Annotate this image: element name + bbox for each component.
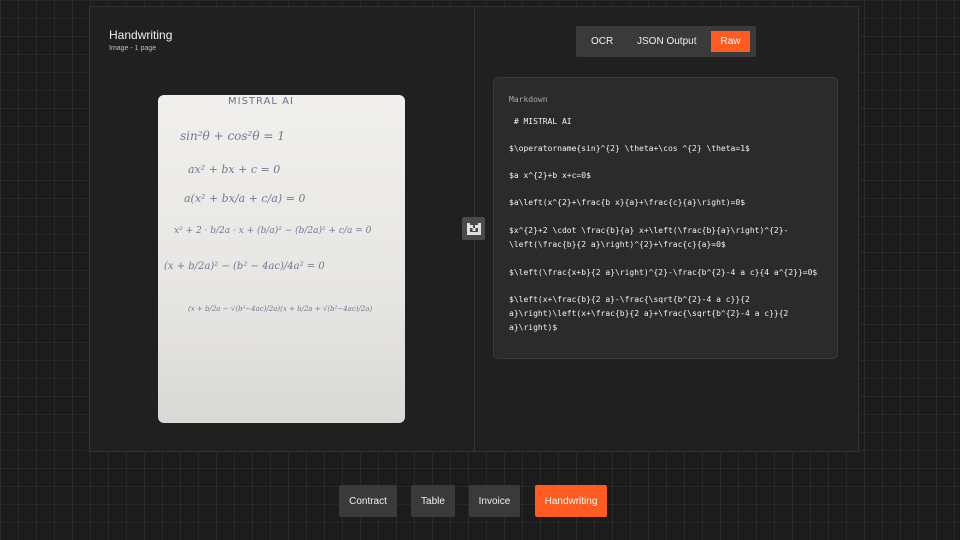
markdown-line: \left(\frac{b}{2 a}\right)^{2}+\frac{c}{…	[509, 240, 726, 249]
markdown-line: $a x^{2}+b x+c=0$	[509, 171, 591, 180]
markdown-label: Markdown	[509, 95, 548, 104]
handwritten-line: sin²θ + cos²θ = 1	[180, 129, 285, 143]
paper-heading: MISTRAL AI	[228, 96, 294, 107]
markdown-line: $\operatorname{sin}^{2} \theta+\cos ^{2}…	[509, 144, 750, 153]
markdown-line: $a\left(x^{2}+\frac{b x}{a}+\frac{c}{a}\…	[509, 198, 746, 207]
handwriting-image: MISTRAL AI sin²θ + cos²θ = 1 ax² + bx + …	[158, 95, 405, 423]
handwritten-line: ax² + bx + c = 0	[188, 163, 281, 176]
markdown-line: $\left(\frac{x+b}{2 a}\right)^{2}-\frac{…	[509, 268, 818, 277]
markdown-output-card: Markdown # MISTRAL AI $\operatorname{sin…	[493, 77, 838, 359]
output-view-toggle: OCR JSON Output Raw	[576, 26, 756, 57]
tab-table[interactable]: Table	[411, 485, 455, 517]
toggle-json-output[interactable]: JSON Output	[629, 31, 704, 52]
document-subtitle: Image - 1 page	[109, 45, 157, 52]
document-title: Handwriting	[109, 28, 173, 42]
handwritten-line: (x + b/2a − √(b²−4ac)/2a)(x + b/2a + √(b…	[188, 305, 373, 313]
mistral-logo-icon	[462, 217, 485, 240]
tab-contract[interactable]: Contract	[339, 485, 397, 517]
tab-invoice[interactable]: Invoice	[469, 485, 520, 517]
handwritten-line: a(x² + bx/a + c/a) = 0	[184, 192, 306, 205]
toggle-raw[interactable]: Raw	[711, 31, 750, 52]
markdown-line: a}\right)\left(x+\frac{b}{2 a}+\frac{\sq…	[509, 309, 789, 318]
handwritten-line: (x + b/2a)² − (b² − 4ac)/4a² = 0	[164, 261, 325, 272]
markdown-line: # MISTRAL AI	[509, 117, 572, 126]
mistral-logo-glyph	[466, 222, 481, 235]
markdown-line: $x^{2}+2 \cdot \frac{b}{a} x+\left(\frac…	[509, 226, 789, 235]
markdown-line: $\left(x+\frac{b}{2 a}-\frac{\sqrt{b^{2}…	[509, 295, 750, 304]
tab-handwriting[interactable]: Handwriting	[535, 485, 607, 517]
handwritten-line: x² + 2 · b/2a · x + (b/a)² − (b/2a)² + c…	[174, 226, 372, 236]
toggle-ocr[interactable]: OCR	[583, 31, 621, 52]
markdown-line: a}\right)$	[509, 323, 558, 332]
